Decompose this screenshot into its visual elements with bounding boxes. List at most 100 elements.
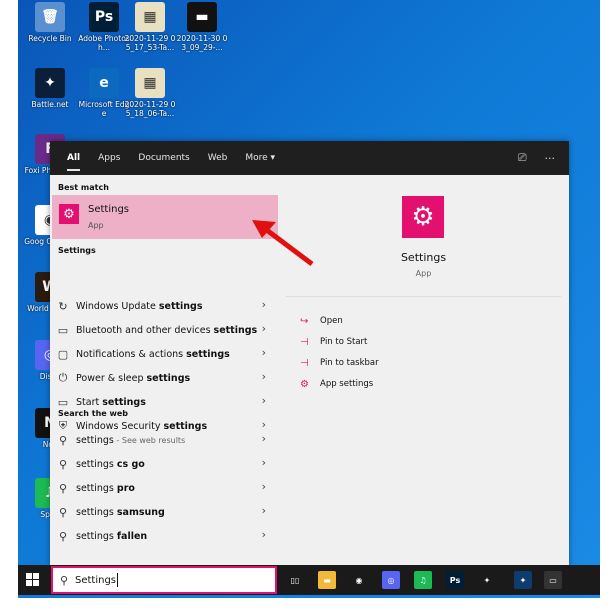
search-icon: ⚲ xyxy=(58,505,68,519)
desktop-icon[interactable]: 🗑 Recycle Bin xyxy=(24,2,76,43)
chevron-right-icon[interactable]: › xyxy=(262,298,266,311)
settings-result-row[interactable]: ▭ Bluetooth and other devices settings › xyxy=(50,319,278,341)
label-prefix: Start xyxy=(76,396,103,408)
desktop-icon-image: e xyxy=(89,68,119,98)
search-icon: ⚲ xyxy=(59,573,69,587)
web-item-label: settings - See web results xyxy=(76,435,185,446)
action-label: Open xyxy=(320,316,343,326)
desktop-icon-image: ✦ xyxy=(35,68,65,98)
web-item-label: settings pro xyxy=(76,483,135,494)
desktop-icon[interactable]: Ps Adobe Photosh... xyxy=(78,2,130,52)
best-match-title: Settings xyxy=(88,204,130,215)
action-icon: ⊣ xyxy=(300,336,309,348)
red-arrow-annotation xyxy=(252,220,314,266)
filter-tab[interactable]: All xyxy=(58,141,89,175)
chevron-right-icon[interactable]: › xyxy=(262,528,266,541)
desktop-icon-image: ▦ xyxy=(135,2,165,32)
desktop-icon-label: 2020-11-29 05_18_06-Ta... xyxy=(124,100,176,118)
settings-item-icon: ▭ xyxy=(57,395,69,409)
chevron-right-icon[interactable]: › xyxy=(262,370,266,383)
taskbar-battle-net-icon[interactable]: ✦ xyxy=(478,571,496,589)
desktop-icon-label: Adobe Photosh... xyxy=(78,34,130,52)
desktop-icon[interactable]: ▦ 2020-11-29 05_18_06-Ta... xyxy=(124,68,176,118)
web-item-label: settings samsung xyxy=(76,507,165,518)
settings-item-label: Power & sleep settings xyxy=(76,373,190,384)
preview-action[interactable]: ↪ Open xyxy=(300,312,343,330)
filter-tab[interactable]: Apps xyxy=(89,141,129,175)
web-result-row[interactable]: ⚲ settings cs go › xyxy=(50,453,278,475)
ellipsis-icon[interactable]: ··· xyxy=(545,152,556,165)
desktop-icon[interactable]: ▦ 2020-11-29 05_17_53-Ta... xyxy=(124,2,176,52)
web-result-row[interactable]: ⚲ settings samsung › xyxy=(50,501,278,523)
label-prefix: settings xyxy=(76,458,117,470)
settings-result-row[interactable]: ↻ Windows Update settings › xyxy=(50,295,278,317)
action-icon: ↪ xyxy=(300,315,309,327)
label-prefix: Bluetooth and other devices xyxy=(76,324,214,336)
taskbar-task-view-icon[interactable]: ▯▯ xyxy=(286,571,304,589)
settings-item-label: Notifications & actions settings xyxy=(76,349,230,360)
label-bold: pro xyxy=(116,482,135,494)
search-input-value[interactable]: Settings xyxy=(75,575,116,586)
taskbar-battle-net-2-icon[interactable]: ✦ xyxy=(514,571,532,589)
preview-action[interactable]: ⚙ App settings xyxy=(300,375,373,393)
results-list: Best match ⚙ Settings App Settings ↻ Wind… xyxy=(50,175,278,565)
label-bold: cs go xyxy=(116,458,145,470)
web-result-row[interactable]: ⚲ settings fallen › xyxy=(50,525,278,547)
settings-result-row[interactable]: ▢ Notifications & actions settings › xyxy=(50,343,278,365)
search-icon: ⚲ xyxy=(58,481,68,495)
web-item-label: settings fallen xyxy=(76,531,147,542)
label-prefix: settings xyxy=(76,506,117,518)
taskbar-terminal-icon[interactable]: ▭ xyxy=(544,571,562,589)
label-prefix: settings xyxy=(76,482,117,494)
chevron-right-icon[interactable]: › xyxy=(262,456,266,469)
settings-item-label: Bluetooth and other devices settings xyxy=(76,325,257,336)
taskbar-spotify-icon[interactable]: ♫ xyxy=(414,571,432,589)
chevron-right-icon[interactable]: › xyxy=(262,346,266,359)
label-bold: settings xyxy=(213,324,258,336)
taskbar-discord-icon[interactable]: ◎ xyxy=(382,571,400,589)
filter-tab[interactable]: Web xyxy=(199,141,237,175)
web-item-label: settings cs go xyxy=(76,459,145,470)
desktop-icon-label: Microsoft Edge xyxy=(78,100,130,118)
chevron-right-icon[interactable]: › xyxy=(262,394,266,407)
desktop-icon[interactable]: ✦ Battle.net xyxy=(24,68,76,109)
filter-tab[interactable]: More ▾ xyxy=(236,141,284,175)
desktop-icon-image: 🗑 xyxy=(35,2,65,32)
settings-item-icon: ▢ xyxy=(57,347,69,361)
desktop-icon-label: Recycle Bin xyxy=(28,34,72,43)
taskbar-photoshop-icon[interactable]: Ps xyxy=(446,571,464,589)
chevron-right-icon[interactable]: › xyxy=(262,480,266,493)
desktop-icon-label: 2020-11-29 05_17_53-Ta... xyxy=(124,34,176,52)
taskbar-chrome-icon[interactable]: ◉ xyxy=(350,571,368,589)
best-match-result[interactable]: ⚙ Settings App xyxy=(52,195,278,239)
chevron-right-icon[interactable]: › xyxy=(262,432,266,445)
desktop-icon[interactable]: e Microsoft Edge xyxy=(78,68,130,118)
web-result-row[interactable]: ⚲ settings pro › xyxy=(50,477,278,499)
feedback-icon[interactable]: ⎚ xyxy=(518,151,527,165)
top-right-actions: ⎚ ··· xyxy=(518,141,555,175)
action-icon: ⊣ xyxy=(300,357,309,369)
settings-item-label: Start settings xyxy=(76,397,146,408)
settings-result-row[interactable]: ⏻ Power & sleep settings › xyxy=(50,367,278,389)
label-prefix: settings xyxy=(76,434,114,446)
web-result-row[interactable]: ⚲ settings - See web results › xyxy=(50,429,278,451)
start-search-panel: All Apps Documents Web More ▾ ⎚ ··· Best mat… xyxy=(50,141,569,565)
screenshot-frame: 🗑 Recycle Bin Ps Adobe Photosh... ▦ 2020-11-2… xyxy=(0,0,610,610)
search-filter-bar: All Apps Documents Web More ▾ ⎚ ··· xyxy=(50,141,569,175)
taskbar-file-explorer-icon[interactable]: ▬ xyxy=(318,571,336,589)
windows-start-icon[interactable] xyxy=(26,573,40,587)
preview-action[interactable]: ⊣ Pin to taskbar xyxy=(300,354,379,372)
settings-item-label: Windows Update settings xyxy=(76,301,203,312)
taskbar-search-box[interactable]: ⚲ Settings xyxy=(51,566,277,594)
action-label: Pin to taskbar xyxy=(320,358,379,368)
preview-action[interactable]: ⊣ Pin to Start xyxy=(300,333,367,351)
chevron-right-icon[interactable]: › xyxy=(262,504,266,517)
chevron-right-icon[interactable]: › xyxy=(262,322,266,335)
settings-gear-icon: ⚙ xyxy=(402,196,444,238)
label-prefix: settings xyxy=(76,530,117,542)
filter-tab[interactable]: Documents xyxy=(129,141,198,175)
label-bold: settings xyxy=(146,372,191,384)
desktop-icon[interactable]: ▬ 2020-11-30 03_09_29-... xyxy=(176,2,228,52)
web-header: Search the web xyxy=(58,409,129,418)
label-bold: samsung xyxy=(116,506,165,518)
